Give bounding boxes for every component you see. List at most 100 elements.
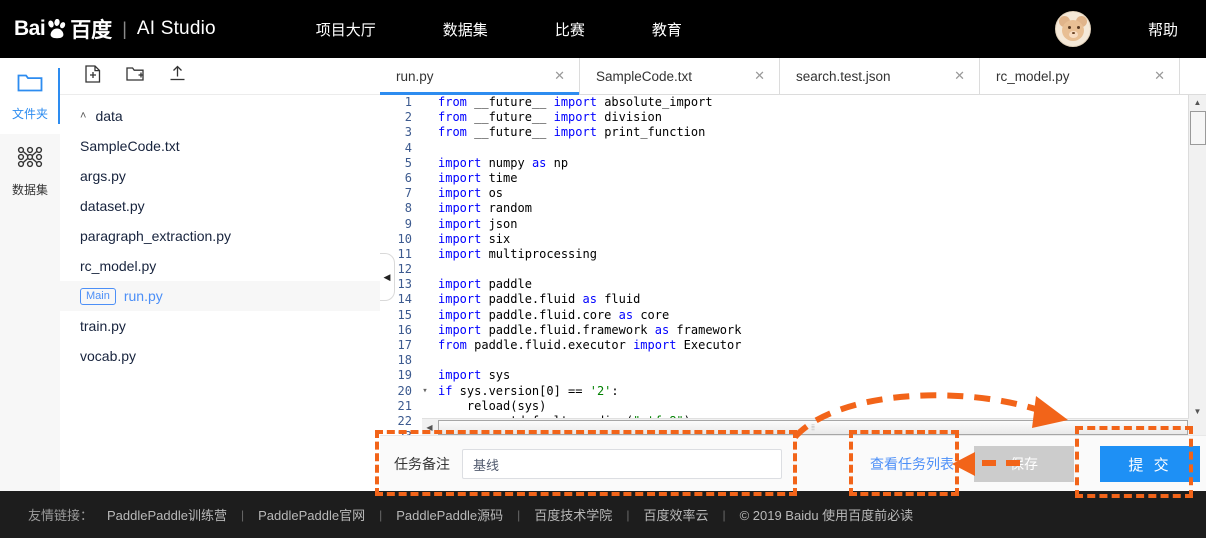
nav-item-competitions[interactable]: 比赛 — [555, 19, 585, 40]
close-icon[interactable]: ✕ — [754, 68, 765, 84]
view-task-list-link[interactable]: 查看任务列表 — [870, 454, 954, 474]
code-source: from paddle.fluid.executor import Execut… — [438, 338, 742, 352]
fold-toggle-icon[interactable] — [420, 171, 430, 186]
panel-collapse-handle[interactable]: ◀ — [380, 253, 395, 301]
file-row-run[interactable]: Main run.py — [60, 281, 380, 311]
brand-logo[interactable]: Bai 百度 | AI Studio — [14, 14, 216, 44]
line-number: 19 — [397, 368, 412, 383]
fold-toggle-icon[interactable] — [420, 232, 430, 247]
submit-button[interactable]: 提 交 — [1100, 446, 1200, 482]
tab-samplecode-txt[interactable]: SampleCode.txt ✕ — [580, 58, 780, 94]
code-source: if sys.version[0] == '2': — [438, 383, 619, 398]
code-line: 13 import paddle — [380, 277, 1188, 292]
tab-rc-model-py[interactable]: rc_model.py ✕ — [980, 58, 1180, 94]
remark-input[interactable] — [462, 449, 782, 479]
code-source: import paddle.fluid as fluid — [438, 292, 641, 307]
close-icon[interactable]: ✕ — [554, 68, 565, 84]
file-row-train[interactable]: train.py — [60, 311, 380, 341]
code-source: from __future__ import absolute_import — [438, 95, 713, 109]
code-line: 19 import sys — [380, 368, 1188, 383]
fold-toggle-icon[interactable] — [420, 262, 430, 277]
fold-toggle-icon[interactable] — [420, 338, 430, 353]
code-line: 8 import random — [380, 201, 1188, 216]
nav-item-education[interactable]: 教育 — [652, 19, 682, 40]
code-viewport[interactable]: 1 from __future__ import absolute_import 2… — [380, 95, 1188, 436]
nav-item-projects[interactable]: 项目大厅 — [316, 19, 376, 40]
horizontal-scroll-thumb[interactable]: ⦙⦙ — [438, 420, 1188, 435]
new-file-icon — [85, 64, 101, 88]
editor-horizontal-scrollbar[interactable]: ◀ ⦙⦙ — [422, 418, 1189, 436]
code-area[interactable]: 1 from __future__ import absolute_import 2… — [380, 95, 1206, 436]
file-row-paragraph-extraction[interactable]: paragraph_extraction.py — [60, 221, 380, 251]
vertical-scroll-thumb[interactable] — [1190, 111, 1206, 145]
chevron-up-icon[interactable]: ˄ — [80, 110, 86, 122]
code-line: 20 ▾ if sys.version[0] == '2': — [380, 384, 1188, 399]
code-source: import paddle.fluid.framework as framewo… — [438, 322, 742, 337]
rail-item-folder[interactable]: 文件夹 — [0, 58, 61, 134]
file-row-vocab[interactable]: vocab.py — [60, 341, 380, 371]
code-line: 5 import numpy as np — [380, 156, 1188, 171]
fold-toggle-icon[interactable] — [420, 399, 430, 414]
submit-form-bar: 任务备注 查看任务列表 保存 提 交 — [380, 435, 1206, 492]
fold-toggle-icon[interactable] — [420, 125, 430, 140]
file-row-dataset[interactable]: dataset.py — [60, 191, 380, 221]
code-line: 21 reload(sys) — [380, 399, 1188, 414]
avatar[interactable] — [1054, 11, 1091, 47]
left-icon-rail: 文件夹 数据集 — [0, 58, 61, 491]
fold-toggle-icon[interactable] — [420, 217, 430, 232]
fold-toggle-icon[interactable] — [420, 156, 430, 171]
line-number: 15 — [397, 307, 412, 322]
fold-toggle-icon[interactable] — [420, 95, 430, 110]
fold-toggle-icon[interactable] — [420, 308, 430, 323]
scrollbar-corner — [1189, 419, 1206, 436]
footer-link-paddle-camp[interactable]: PaddlePaddle训练营 — [107, 505, 227, 524]
close-icon[interactable]: ✕ — [1154, 68, 1165, 84]
footer-link-baidu-academy[interactable]: 百度技术学院 — [534, 505, 612, 524]
editor-vertical-scrollbar[interactable]: ▲ ▼ — [1188, 95, 1206, 419]
fold-toggle-icon[interactable] — [420, 353, 430, 368]
fold-toggle-icon[interactable] — [420, 277, 430, 292]
help-link[interactable]: 帮助 — [1148, 19, 1178, 40]
file-row-samplecode[interactable]: SampleCode.txt — [60, 131, 380, 161]
scroll-down-icon[interactable]: ▼ — [1189, 404, 1206, 419]
tab-run-py[interactable]: run.py ✕ — [380, 58, 580, 95]
rail-item-dataset[interactable]: 数据集 — [0, 134, 60, 210]
new-file-button[interactable] — [76, 63, 110, 89]
tab-search-test-json[interactable]: search.test.json ✕ — [780, 58, 980, 94]
upload-button[interactable] — [160, 63, 194, 89]
file-row-rc-model[interactable]: rc_model.py — [60, 251, 380, 281]
code-text[interactable]: 1 from __future__ import absolute_import 2… — [380, 95, 1188, 436]
fold-toggle-icon[interactable] — [420, 141, 430, 156]
file-name: train.py — [80, 318, 126, 334]
new-folder-button[interactable] — [118, 63, 152, 89]
close-icon[interactable]: ✕ — [954, 68, 965, 84]
remark-label: 任务备注 — [394, 456, 450, 472]
fold-toggle-icon[interactable] — [420, 110, 430, 125]
fold-toggle-icon[interactable] — [420, 201, 430, 216]
line-number: 9 — [404, 216, 412, 231]
file-name: data — [95, 108, 123, 124]
footer-copyright: © 2019 Baidu 使用百度前必读 — [739, 508, 914, 523]
scroll-left-icon[interactable]: ◀ — [422, 423, 437, 432]
footer-link-paddle-site[interactable]: PaddlePaddle官网 — [258, 505, 365, 524]
ai-studio-page: Bai 百度 | AI Studio 项目大厅 数据集 比赛 教育 帮助 文件夹… — [0, 0, 1206, 538]
fold-toggle-icon[interactable] — [420, 247, 430, 262]
footer-link-baidu-efficiency-cloud[interactable]: 百度效率云 — [643, 505, 708, 524]
footer-link-paddle-source[interactable]: PaddlePaddle源码 — [396, 505, 503, 524]
fold-toggle-icon[interactable] — [420, 292, 430, 307]
file-row-data[interactable]: ˄ data — [60, 101, 380, 131]
code-source: import numpy as np — [438, 155, 569, 170]
code-source: import paddle — [438, 277, 532, 292]
file-row-args[interactable]: args.py — [60, 161, 380, 191]
fold-toggle-icon[interactable] — [420, 323, 430, 338]
line-number: 16 — [397, 322, 412, 337]
fold-toggle-icon[interactable] — [420, 186, 430, 201]
save-button[interactable]: 保存 — [974, 446, 1074, 482]
code-source: import os — [438, 186, 504, 201]
fold-toggle-icon[interactable] — [420, 368, 430, 383]
nav-item-datasets[interactable]: 数据集 — [443, 19, 488, 40]
fold-toggle-icon[interactable]: ▾ — [420, 384, 430, 399]
scroll-up-icon[interactable]: ▲ — [1189, 95, 1206, 110]
line-number: 17 — [397, 338, 412, 352]
brand-divider: | — [122, 18, 127, 39]
